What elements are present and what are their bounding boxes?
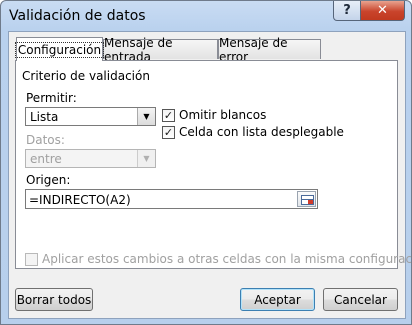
chevron-down-icon: ▼ <box>137 108 155 125</box>
close-icon: ✕ <box>377 3 388 18</box>
data-label: Datos: <box>26 133 65 147</box>
settings-panel: Criterio de validación Permitir: Lista ▼… <box>15 60 411 269</box>
allow-value: Lista <box>30 110 59 124</box>
tab-label: Configuración <box>14 41 105 58</box>
clear-all-button[interactable]: Borrar todos <box>15 288 93 311</box>
range-picker-arrow <box>308 200 313 204</box>
source-label: Origen: <box>26 173 71 187</box>
help-icon: ? <box>343 3 351 18</box>
dialog-body: Configuración Mensaje de entrada Mensaje… <box>8 31 411 319</box>
source-input[interactable]: =INDIRECTO(A2) <box>25 189 318 209</box>
tab-mensaje-de-entrada[interactable]: Mensaje de entrada <box>103 36 218 64</box>
dialog-title: Validación de datos <box>9 8 146 24</box>
clear-all-label: Borrar todos <box>16 292 92 307</box>
in-cell-dropdown-label: Celda con lista desplegable <box>179 125 344 139</box>
apply-all-checkbox[interactable] <box>25 253 38 266</box>
data-value: entre <box>30 152 62 166</box>
allow-label: Permitir: <box>26 91 77 105</box>
checkmark-icon: ✓ <box>163 109 174 122</box>
help-button[interactable]: ? <box>333 1 361 21</box>
close-button[interactable]: ✕ <box>360 1 405 21</box>
allow-select[interactable]: Lista ▼ <box>25 107 156 126</box>
tab-configuracion[interactable]: Configuración <box>14 37 105 61</box>
ok-button[interactable]: Aceptar <box>240 288 315 311</box>
data-select[interactable]: entre ▼ <box>25 149 156 168</box>
ok-label: Aceptar <box>254 292 301 307</box>
checkmark-icon: ✓ <box>163 126 174 139</box>
ignore-blank-checkbox[interactable]: ✓ <box>162 109 175 122</box>
title-bar[interactable]: Validación de datos ? ✕ <box>1 1 411 31</box>
tab-mensaje-de-error[interactable]: Mensaje de error <box>218 36 321 64</box>
source-value: =INDIRECTO(A2) <box>29 193 131 207</box>
in-cell-dropdown-checkbox[interactable]: ✓ <box>162 126 175 139</box>
validation-criteria-label: Criterio de validación <box>22 69 150 83</box>
ignore-blank-label: Omitir blancos <box>179 108 267 122</box>
cancel-button[interactable]: Cancelar <box>323 288 398 311</box>
cancel-label: Cancelar <box>334 292 387 307</box>
apply-all-label: Aplicar estos cambios a otras celdas con… <box>42 252 412 266</box>
data-validation-dialog: Validación de datos ? ✕ Configuración Me… <box>0 0 412 325</box>
range-picker-button[interactable] <box>297 191 316 207</box>
chevron-down-icon: ▼ <box>137 150 155 167</box>
